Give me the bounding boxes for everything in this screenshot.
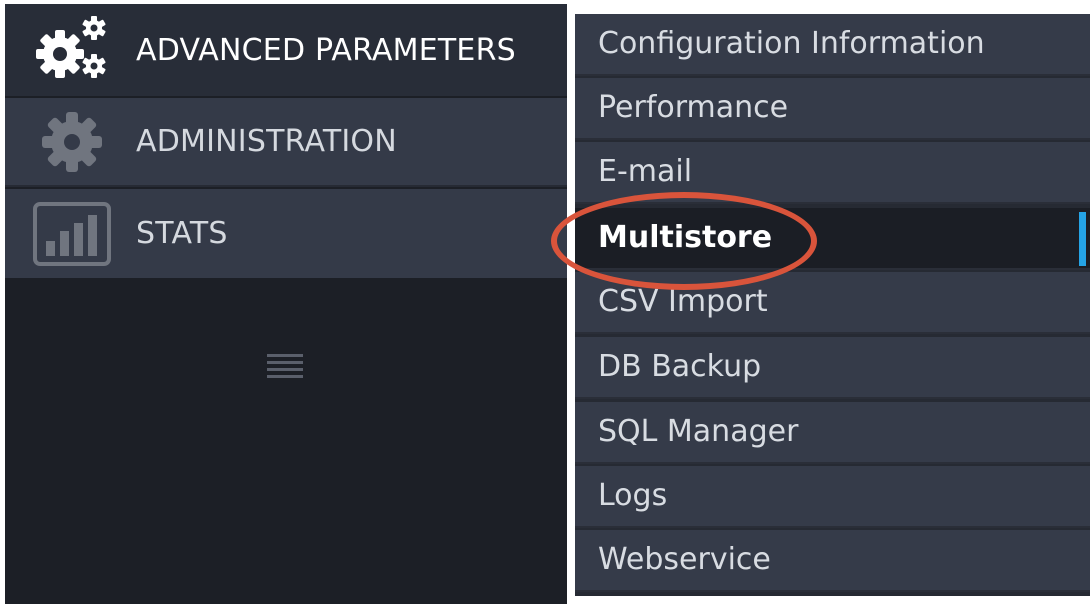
sidebar: ADVANCED PARAMETERS ADMINISTRATION STATS [5,4,567,604]
gear-icon [32,107,112,177]
bar-chart-icon [32,199,112,269]
active-indicator [1079,212,1086,266]
sidebar-item-label: ADVANCED PARAMETERS [136,32,516,68]
sidebar-item-stats[interactable]: STATS [5,189,567,278]
submenu-item-performance[interactable]: Performance [575,78,1090,140]
submenu-item-label: E-mail [598,153,693,189]
submenu-item-label: Logs [598,477,668,513]
submenu: Configuration Information Performance E-… [575,14,1090,596]
submenu-item-db-backup[interactable]: DB Backup [575,337,1090,399]
submenu-item-logs[interactable]: Logs [575,466,1090,528]
sidebar-item-label: STATS [136,216,228,251]
submenu-item-sql-manager[interactable]: SQL Manager [575,402,1090,464]
submenu-item-label: Performance [598,89,789,125]
submenu-item-label: DB Backup [598,348,762,384]
sidebar-item-label: ADMINISTRATION [136,124,397,159]
submenu-item-configuration-information[interactable]: Configuration Information [575,14,1090,76]
submenu-item-label: Configuration Information [598,25,985,61]
gears-icon [32,15,112,85]
sidebar-item-advanced-parameters[interactable]: ADVANCED PARAMETERS [5,4,567,96]
highlight-ellipse [551,192,817,290]
submenu-item-label: SQL Manager [598,413,799,449]
submenu-item-webservice[interactable]: Webservice [575,530,1090,592]
menu-lines-icon[interactable] [267,354,303,380]
sidebar-item-administration[interactable]: ADMINISTRATION [5,98,567,187]
submenu-item-label: Webservice [598,541,771,577]
